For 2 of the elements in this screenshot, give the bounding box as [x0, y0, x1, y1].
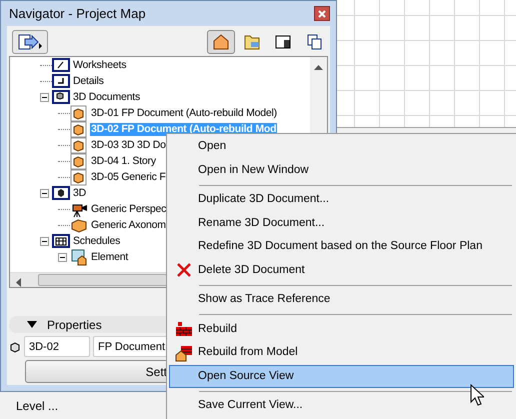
window-title: Navigator - Project Map [9, 4, 146, 23]
level-label: Level ... [16, 398, 58, 415]
